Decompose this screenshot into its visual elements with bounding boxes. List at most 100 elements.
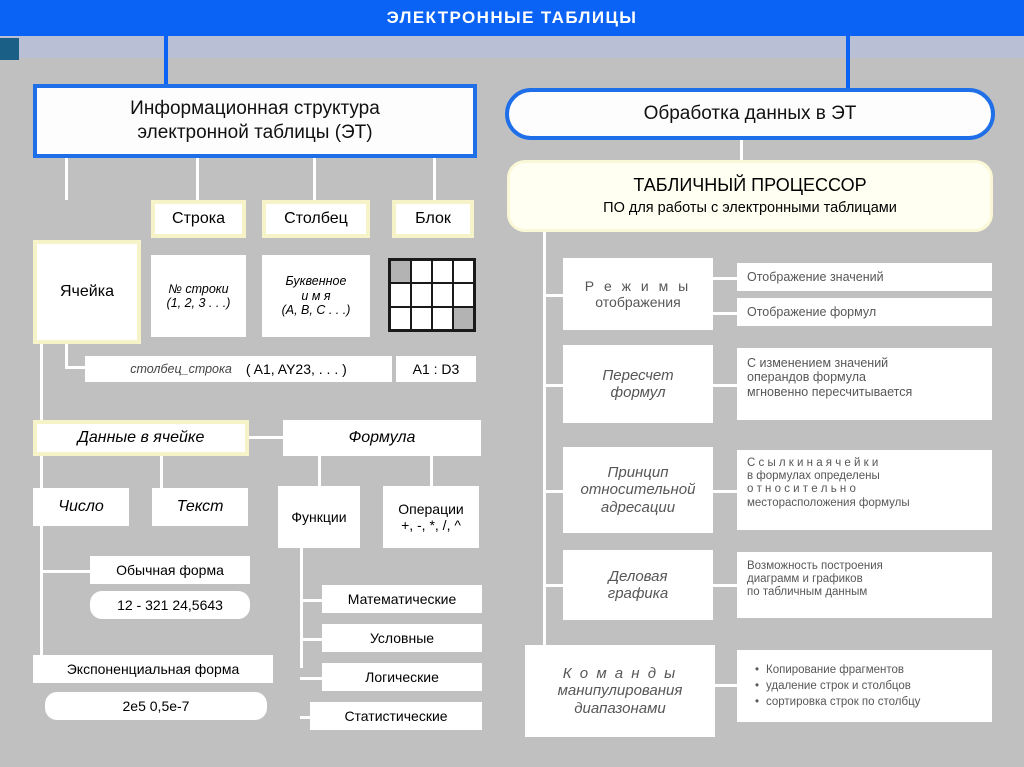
node-row: Строка [151, 200, 246, 238]
node-text: Текст [152, 488, 248, 526]
page-title: ЭЛЕКТРОННЫЕ ТАБЛИЦЫ [386, 8, 638, 27]
connector-feature-2-to-detail [713, 384, 739, 387]
feature-title-line3: диапазонами [574, 699, 666, 717]
node-function-kind: Условные [322, 624, 482, 652]
connector-number-spine [40, 526, 43, 670]
feature-detail: С с ы л к и н а я ч е й к и в формулах о… [737, 450, 992, 530]
connector-celldata-to-formula [249, 436, 285, 439]
connector-functions-to-logical [300, 677, 324, 680]
commands-bullet-item: сортировка строк по столбцу [755, 694, 986, 711]
commands-bullet-list: Копирование фрагментов удаление строк и … [743, 662, 986, 711]
connector-formula-to-operations [430, 456, 433, 486]
feature-title-line2: графика [607, 585, 669, 602]
processor-subtitle: ПО для работы с электронными таблицами [603, 200, 897, 216]
feature-detail: Отображение формул [737, 298, 992, 326]
text-label: Текст [176, 497, 224, 515]
column-name-line2: и м я [301, 288, 331, 303]
connector-spine-to-feature-4 [543, 584, 565, 587]
feature-title-line1: Р е ж и м ы [584, 277, 692, 294]
connector-feature-1-to-detail-1 [713, 277, 739, 280]
connector-cell-down-2 [40, 344, 43, 422]
right-root-box: Обработка данных в ЭТ [505, 88, 995, 140]
feature-title: Принцип относительной адресации [563, 447, 713, 533]
feature-detail-line: месторасположения формулы [747, 496, 910, 509]
exponential-form-label: Экспоненциальная форма [66, 660, 240, 677]
node-functions: Функции [278, 486, 360, 548]
feature-title: Деловая графика [563, 550, 713, 620]
node-cell: Ячейка [33, 240, 141, 344]
feature-title-line1: К о м а н д ы [562, 665, 678, 683]
node-column-name: Буквенное и м я (A, B, C . . .) [262, 255, 370, 337]
node-function-kind: Математические [322, 585, 482, 613]
feature-detail-line: С изменением значений [747, 356, 889, 370]
feature-detail-line: в формулах определены [747, 470, 880, 483]
connector-formula-to-functions [318, 456, 321, 486]
operations-line1: Операции [398, 500, 464, 517]
connector-root-to-cell [65, 158, 68, 200]
node-normal-form: Обычная форма [90, 556, 250, 584]
feature-title-line1: Пересчет [602, 366, 674, 384]
connector-banner-to-right-root [846, 36, 850, 88]
corner-accent-square [0, 38, 19, 60]
feature-title: К о м а н д ы манипулирования диапазонам… [525, 645, 715, 737]
node-column: Столбец [262, 200, 370, 238]
connector-functions-to-math [300, 599, 324, 602]
commands-bullet-item: Копирование фрагментов [755, 662, 986, 679]
block-range-label: A1 : D3 [412, 360, 460, 377]
node-column-label: Столбец [284, 209, 348, 227]
node-cell-address: столбец_строка ( A1, AY23, . . . ) [85, 356, 392, 382]
feature-detail-line: о т н о с и т е л ь н о [747, 483, 856, 496]
connector-celldata-to-number [40, 456, 43, 488]
feature-detail: Отображение значений [737, 263, 992, 291]
slide-canvas: ЭЛЕКТРОННЫЕ ТАБЛИЦЫ Информационная струк… [0, 0, 1024, 767]
node-exponential-form: Экспоненциальная форма [33, 655, 273, 683]
node-row-label: Строка [172, 209, 225, 227]
exponential-form-examples-label: 2e5 0,5e-7 [122, 697, 190, 714]
function-kind-label: Математические [347, 590, 457, 607]
node-block-range: A1 : D3 [396, 356, 476, 382]
connector-feature-4-to-detail [713, 584, 739, 587]
node-number: Число [33, 488, 129, 526]
corner-accent-shadow [19, 58, 38, 62]
formula-label: Формула [348, 428, 416, 446]
processor-box: ТАБЛИЧНЫЙ ПРОЦЕССОР ПО для работы с элек… [507, 160, 993, 232]
connector-rightroot-to-processor [740, 140, 743, 162]
function-kind-label: Логические [365, 668, 439, 685]
feature-title: Пересчет формул [563, 345, 713, 423]
operations-line2: +, -, *, /, ^ [401, 517, 461, 533]
number-label: Число [58, 497, 104, 515]
connector-spine-to-feature-2 [543, 384, 565, 387]
block-grid-icon [388, 258, 476, 332]
feature-title: Р е ж и м ы отображения [563, 258, 713, 330]
address-label: столбец_строка [130, 361, 232, 376]
normal-form-examples-label: 12 - 321 24,5643 [117, 596, 223, 613]
connector-spine-to-feature-1 [543, 294, 565, 297]
feature-title-line1: Принцип [607, 464, 669, 482]
node-block: Блок [392, 200, 474, 238]
function-kind-label: Условные [369, 629, 435, 646]
feature-title-line2: формул [610, 384, 666, 401]
cell-data-label: Данные в ячейке [77, 428, 205, 446]
node-normal-form-examples: 12 - 321 24,5643 [90, 591, 250, 619]
node-block-label: Блок [415, 209, 451, 227]
connector-feature-1-to-detail-2 [713, 312, 739, 315]
processor-title: ТАБЛИЧНЫЙ ПРОЦЕССОР [633, 175, 867, 196]
node-formula: Формула [283, 420, 481, 456]
feature-detail-line: операндов формула [747, 370, 866, 385]
feature-detail-line: Возможность построения [747, 560, 883, 572]
feature-detail-line: С с ы л к и н а я ч е й к и [747, 457, 879, 469]
connector-feature-5-to-detail [713, 684, 739, 687]
function-kind-label: Статистические [344, 707, 448, 724]
node-exponential-form-examples: 2e5 0,5e-7 [45, 692, 267, 720]
connector-processor-spine [543, 232, 546, 684]
feature-detail: Возможность построения диаграмм и график… [737, 552, 992, 618]
connector-cell-down-1 [65, 344, 68, 366]
connector-root-to-column [313, 158, 316, 200]
connector-functions-to-conditional [300, 638, 324, 641]
connector-spine-to-feature-3 [543, 490, 565, 493]
feature-title-line2: относительной [580, 481, 696, 499]
row-number-line1: № строки [168, 281, 229, 296]
feature-detail-line: Отображение формул [747, 304, 877, 319]
feature-title-line2: отображения [595, 294, 681, 310]
left-root-line1: Информационная структура [130, 98, 380, 120]
